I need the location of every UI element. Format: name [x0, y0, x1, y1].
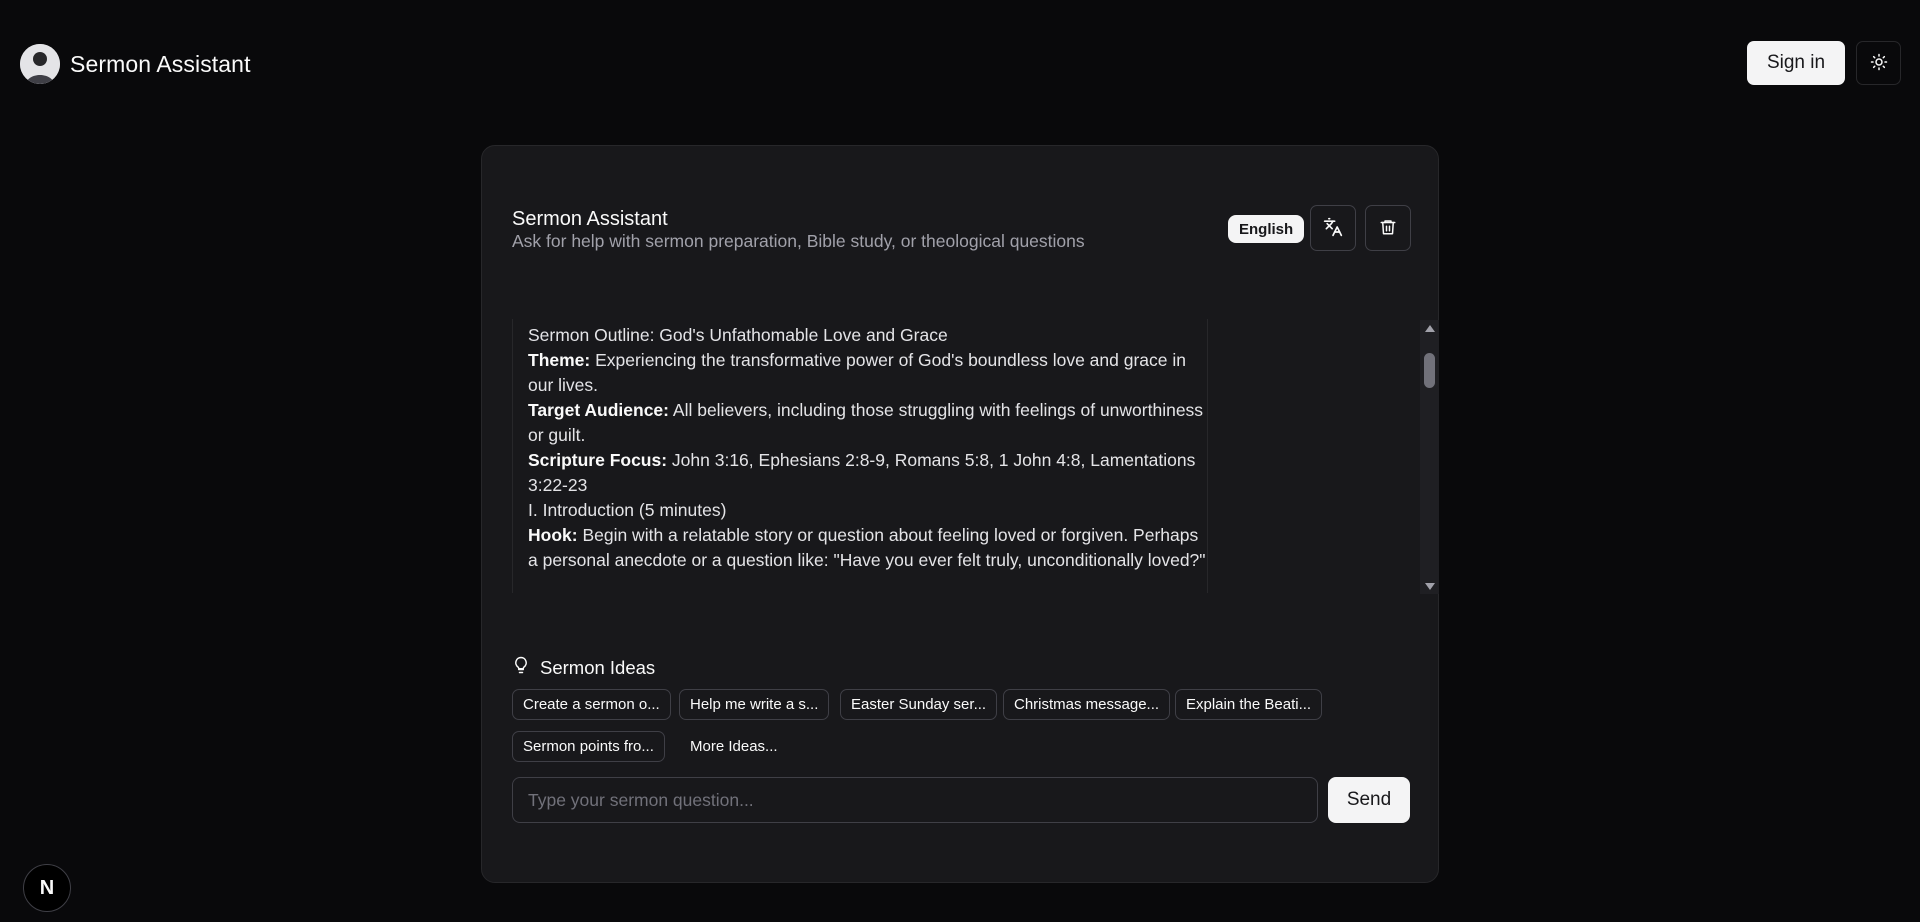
card-title: Sermon Assistant: [512, 208, 668, 230]
translate-button[interactable]: [1310, 205, 1356, 251]
sun-icon: [1870, 53, 1888, 74]
intro-section: I. Introduction (5 minutes): [528, 500, 727, 520]
scroll-down-arrow-icon[interactable]: [1420, 578, 1439, 594]
more-ideas-button[interactable]: More Ideas...: [679, 731, 789, 762]
idea-chip[interactable]: Help me write a s...: [679, 689, 830, 720]
assistant-message: Sermon Outline: God's Unfathomable Love …: [528, 323, 1208, 573]
app-title: Sermon Assistant: [70, 50, 251, 77]
top-bar: Sermon Assistant Sign in: [0, 0, 1920, 128]
send-button[interactable]: Send: [1328, 777, 1410, 823]
clear-chat-button[interactable]: [1365, 205, 1411, 251]
hook-line: Hook: Begin with a relatable story or qu…: [528, 523, 1208, 573]
hook-text: Begin with a relatable story or question…: [528, 525, 1206, 570]
lightbulb-icon: [512, 655, 530, 680]
scroll-up-arrow-icon[interactable]: [1420, 320, 1439, 336]
message-scrollbar[interactable]: [1420, 320, 1439, 594]
framework-badge[interactable]: N: [23, 864, 71, 912]
theme-label: Theme:: [528, 350, 591, 370]
chat-card: Sermon Assistant Ask for help with sermo…: [481, 145, 1439, 883]
audience-label: Target Audience:: [528, 400, 669, 420]
scroll-thumb[interactable]: [1424, 353, 1435, 388]
question-input[interactable]: [512, 777, 1318, 823]
theme-toggle-button[interactable]: [1856, 41, 1901, 85]
idea-chip[interactable]: Easter Sunday ser...: [840, 689, 998, 720]
idea-chip[interactable]: Sermon points fro...: [512, 731, 665, 762]
sign-in-button[interactable]: Sign in: [1747, 41, 1845, 85]
audience-line: Target Audience: All believers, includin…: [528, 398, 1208, 448]
idea-chip[interactable]: Explain the Beati...: [1175, 689, 1323, 720]
card-subtitle: Ask for help with sermon preparation, Bi…: [512, 231, 1085, 251]
theme-text: Experiencing the transformative power of…: [528, 350, 1186, 395]
theme-line: Theme: Experiencing the transformative p…: [528, 348, 1208, 398]
idea-chip[interactable]: Create a sermon o...: [512, 689, 671, 720]
user-avatar: [20, 44, 60, 84]
scripture-line: Scripture Focus: John 3:16, Ephesians 2:…: [528, 448, 1208, 498]
message-divider: [1207, 319, 1208, 593]
language-badge[interactable]: English: [1228, 215, 1305, 243]
trash-icon: [1379, 218, 1397, 239]
ideas-header: Sermon Ideas: [512, 655, 655, 680]
brand[interactable]: Sermon Assistant: [20, 44, 251, 84]
hook-label: Hook:: [528, 525, 578, 545]
message-area[interactable]: Sermon Outline: God's Unfathomable Love …: [512, 319, 1441, 593]
ideas-title: Sermon Ideas: [540, 656, 656, 678]
outline-heading: Sermon Outline: God's Unfathomable Love …: [528, 325, 948, 345]
idea-chip[interactable]: Christmas message...: [1003, 689, 1171, 720]
translate-icon: [1323, 217, 1343, 240]
scripture-label: Scripture Focus:: [528, 450, 668, 470]
